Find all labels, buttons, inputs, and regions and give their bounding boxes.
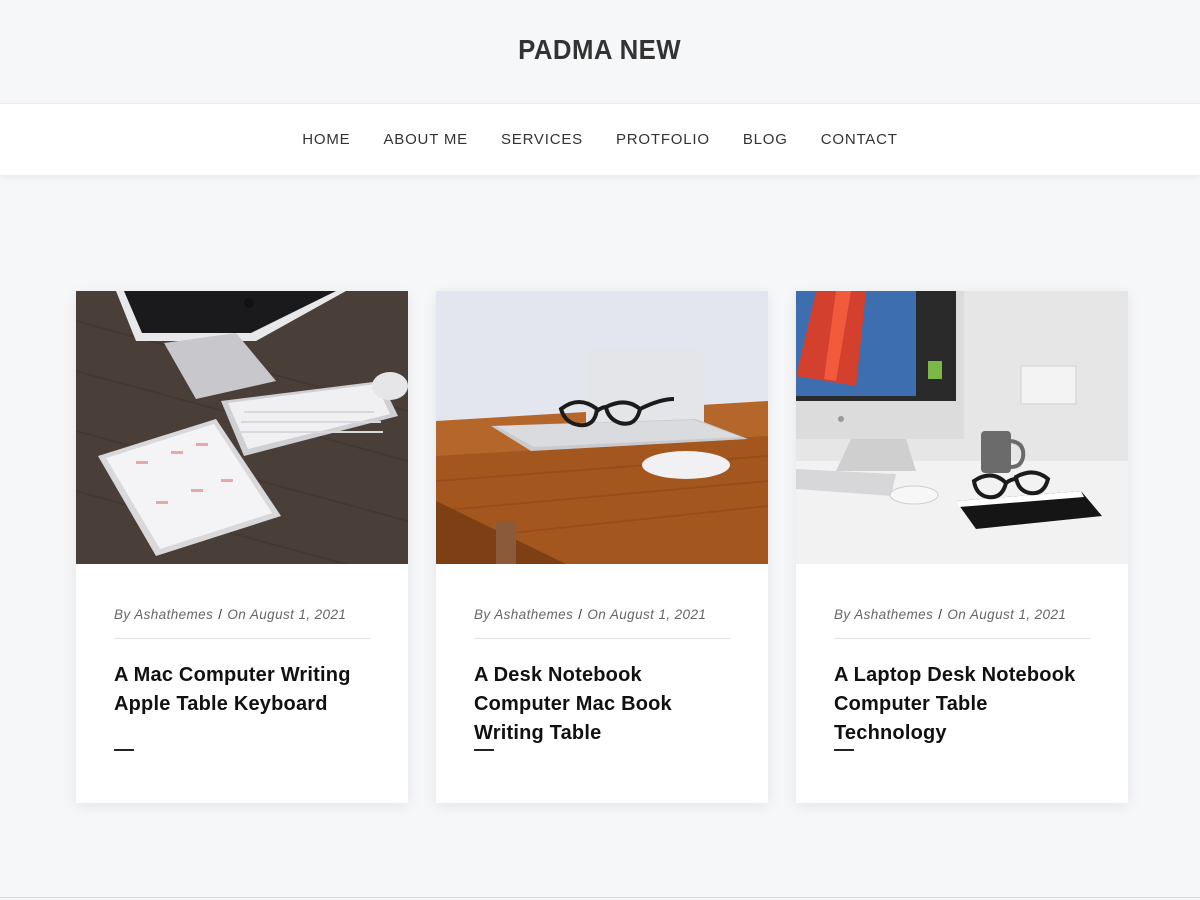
nav-item-contact[interactable]: CONTACT — [804, 131, 914, 148]
laptop-glasses-image — [436, 291, 768, 564]
nav-item-home[interactable]: HOME — [286, 131, 367, 148]
title-underline-dash — [114, 749, 134, 751]
post-thumbnail[interactable] — [436, 291, 768, 564]
meta-separator: / — [218, 607, 223, 622]
post-meta: By Ashathemes / On August 1, 2021 — [114, 607, 370, 622]
title-underline-dash — [834, 749, 854, 751]
post-date[interactable]: On August 1, 2021 — [227, 607, 346, 622]
meta-divider — [474, 638, 730, 639]
post-author[interactable]: By Ashathemes — [474, 607, 573, 622]
meta-divider — [114, 638, 370, 639]
main-navigation: HOME ABOUT ME SERVICES PROTFOLIO BLOG CO… — [0, 103, 1200, 175]
post-card: By Ashathemes / On August 1, 2021 A Laptop… — [796, 291, 1128, 803]
post-title[interactable]: A Laptop Desk Notebook Computer Table Te… — [834, 661, 1094, 748]
post-title[interactable]: A Desk Notebook Computer Mac Book Writin… — [474, 661, 734, 748]
nav-item-about-me[interactable]: ABOUT ME — [367, 131, 484, 148]
post-card: By Ashathemes / On August 1, 2021 A Desk N… — [436, 291, 768, 803]
nav-item-blog[interactable]: BLOG — [726, 131, 804, 148]
nav-item-portfolio[interactable]: PROTFOLIO — [599, 131, 726, 148]
post-thumbnail[interactable] — [796, 291, 1128, 564]
post-title[interactable]: A Mac Computer Writing Apple Table Keybo… — [114, 661, 374, 719]
meta-separator: / — [938, 607, 943, 622]
nav-item-services[interactable]: SERVICES — [484, 131, 599, 148]
site-header: PADMA NEW — [0, 0, 1200, 100]
post-meta: By Ashathemes / On August 1, 2021 — [834, 607, 1090, 622]
site-title[interactable]: PADMA NEW — [519, 34, 682, 66]
post-thumbnail[interactable] — [76, 291, 408, 564]
imac-mug-notebook-image — [796, 291, 1128, 564]
post-date[interactable]: On August 1, 2021 — [947, 607, 1066, 622]
meta-divider — [834, 638, 1090, 639]
post-grid: By Ashathemes / On August 1, 2021 A Mac Co… — [76, 291, 1129, 804]
post-author[interactable]: By Ashathemes — [114, 607, 213, 622]
imac-keyboard-tablet-image — [76, 291, 408, 564]
post-card: By Ashathemes / On August 1, 2021 A Mac Co… — [76, 291, 408, 803]
meta-separator: / — [578, 607, 583, 622]
post-author[interactable]: By Ashathemes — [834, 607, 933, 622]
post-date[interactable]: On August 1, 2021 — [587, 607, 706, 622]
footer-divider — [0, 897, 1200, 898]
post-meta: By Ashathemes / On August 1, 2021 — [474, 607, 730, 622]
title-underline-dash — [474, 749, 494, 751]
nav-list: HOME ABOUT ME SERVICES PROTFOLIO BLOG CO… — [286, 131, 914, 148]
